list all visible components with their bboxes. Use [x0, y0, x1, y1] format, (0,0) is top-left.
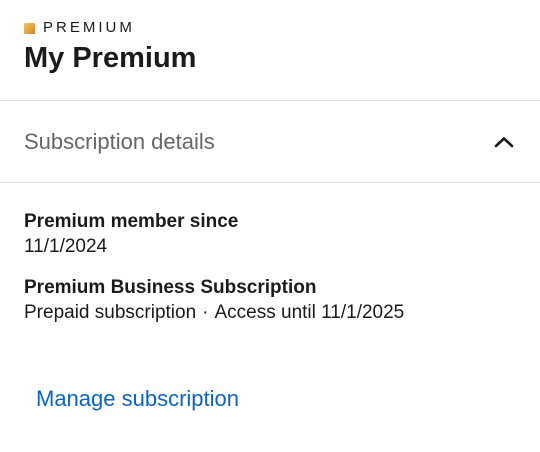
premium-brand: PREMIUM [24, 20, 135, 36]
plan-details: Prepaid subscription · Access until 11/1/2… [24, 301, 404, 325]
manage-subscription-link[interactable]: Manage subscription [36, 385, 239, 413]
chevron-up-icon[interactable] [492, 130, 516, 154]
member-since-value: 11/1/2024 [24, 236, 108, 257]
separator: · [202, 302, 209, 323]
plan-name: Premium Business Subscription [24, 277, 317, 298]
plan-type: Prepaid subscription [24, 302, 197, 323]
subscription-details-toggle[interactable]: Subscription details [0, 101, 540, 182]
section-title: Subscription details [24, 128, 215, 154]
member-since-label: Premium member since [24, 211, 239, 232]
page-title: My Premium [24, 42, 197, 74]
divider [0, 182, 540, 183]
access-until: Access until 11/1/2025 [214, 302, 405, 323]
premium-logo-icon [24, 22, 35, 34]
premium-brand-label: PREMIUM [43, 19, 135, 36]
my-premium-page: PREMIUM My Premium Subscription details … [0, 0, 540, 452]
